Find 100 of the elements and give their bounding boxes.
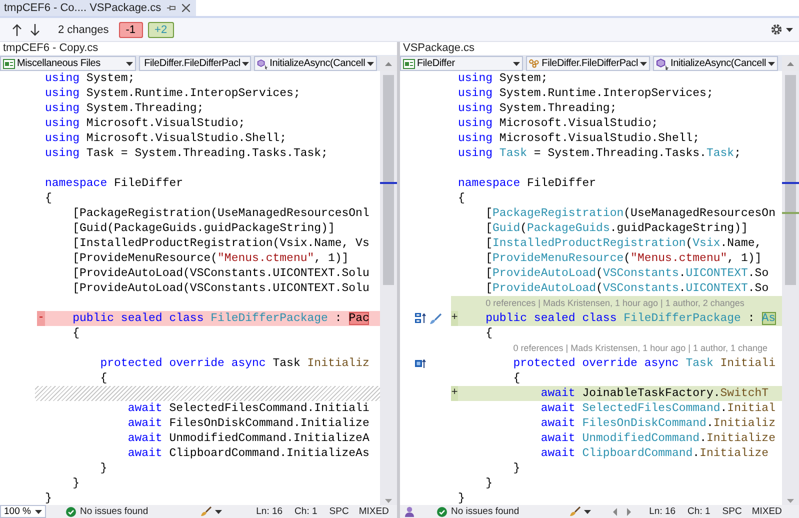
scroll-up-icon[interactable]	[787, 62, 794, 66]
check-icon	[437, 506, 447, 516]
cube-icon	[257, 58, 268, 70]
document-tab[interactable]: tmpCEF6 - Co.... VSPackage.cs	[0, 0, 196, 16]
change-count: 2 changes	[58, 24, 109, 36]
issues-status[interactable]: No issues found	[451, 506, 520, 517]
dropdown[interactable]: FileDiffer.FileDifferPacl	[526, 56, 650, 71]
up-arrow-icon	[12, 24, 22, 36]
issues-status[interactable]: No issues found	[80, 506, 148, 517]
scroll-up-icon[interactable]	[385, 62, 392, 66]
added-count: +2	[148, 22, 174, 38]
codelens-text[interactable]: 0 references | Mads Kristensen, 1 hour ago | 1 author, 1 change	[513, 343, 768, 353]
code-line: [InstalledProductRegistration(Vsix.Name, Vs	[72, 236, 370, 251]
code-line: }	[512, 461, 522, 476]
code-line: await ClipboardCommand.InitializeAs	[126, 446, 370, 461]
person-icon[interactable]	[404, 506, 415, 517]
dropdown[interactable]: Miscellaneous Files	[0, 56, 136, 71]
line-endings[interactable]: MIXED	[358, 506, 389, 517]
dropdown[interactable]: InitializeAsync(Cancell	[653, 56, 778, 71]
removed-count: -1	[118, 22, 143, 38]
caret-icon	[215, 510, 222, 514]
dropdown[interactable]: FileDiffer	[400, 56, 523, 71]
code-line: using System.Threading;	[458, 101, 618, 116]
code-line: using Microsoft.VisualStudio.Shell;	[458, 131, 701, 146]
code-line: [ProvideMenuResource("Menus.ctmenu", 1)]	[484, 251, 763, 266]
code-line: [ProvideAutoLoad(VSConstants.UICONTEXT.Solu	[72, 266, 370, 281]
code-line: [Guid(PackageGuids.guidPackageString)]	[72, 221, 336, 236]
cleanup-button[interactable]	[200, 506, 222, 517]
code-line: await FilesOnDiskCommand.Initialize	[126, 416, 370, 431]
brush-icon[interactable]	[429, 312, 442, 324]
code-line: }	[484, 476, 494, 491]
scrollbar[interactable]	[782, 71, 799, 505]
brush-icon	[200, 506, 212, 517]
dropdown[interactable]: FileDiffer.FileDifferPacl	[139, 56, 252, 71]
code-line: }	[99, 461, 108, 476]
code-line: await SelectedFilesCommand.Initiali	[126, 401, 370, 416]
column-number[interactable]: Ch: 1	[294, 506, 318, 517]
code-line: namespace FileDiffer	[458, 176, 598, 191]
column-number[interactable]: Ch: 1	[688, 506, 710, 517]
dropdown[interactable]: InitializeAsync(Cancell	[254, 56, 378, 71]
line-number[interactable]: Ln: 16	[649, 506, 676, 517]
settings-icon	[770, 23, 783, 36]
code-line: using Microsoft.VisualStudio;	[45, 116, 246, 131]
diff-marker: +	[451, 311, 458, 326]
down-arrow-icon	[30, 24, 40, 36]
code-line: {	[458, 191, 466, 206]
code-line: await FilesOnDiskCommand.Initializ	[540, 416, 776, 431]
caret-icon	[786, 28, 793, 32]
caret-icon	[367, 62, 374, 66]
line-endings[interactable]: MIXED	[752, 506, 782, 517]
code-line: [PackageRegistration(UseManagedResourcesOn	[484, 206, 776, 221]
brush-icon	[569, 506, 582, 517]
nav-arrows-icon[interactable]	[613, 508, 632, 516]
code-line: [PackageRegistration(UseManagedResourcesOnl	[72, 206, 370, 221]
caret-icon	[640, 62, 647, 66]
code-line: await SelectedFilesCommand.Initial	[540, 401, 776, 416]
code-line: using Microsoft.VisualStudio;	[458, 116, 660, 131]
code-line: protected override async Task Initiali	[512, 356, 776, 371]
scrollbar[interactable]	[380, 71, 397, 505]
code-line: using System;	[458, 71, 549, 86]
pin-icon[interactable]	[167, 4, 176, 12]
code-line: [ProvideMenuResource("Menus.ctmenu", 1)]	[72, 251, 350, 266]
caret-icon	[513, 62, 520, 66]
close-icon[interactable]	[182, 4, 190, 12]
cube-icon	[656, 58, 669, 70]
caret-icon	[768, 62, 775, 66]
code-line: await UnmodifiedCommand.Initialize	[540, 431, 776, 446]
code-line: {	[484, 326, 494, 341]
code-line: using System;	[45, 71, 136, 86]
code-line: [ProvideAutoLoad(VSConstants.UICONTEXT.So	[484, 266, 770, 281]
indent-mode[interactable]: SPC	[722, 506, 742, 517]
nodes-icon	[529, 58, 540, 69]
code-line: [ProvideAutoLoad(VSConstants.UICONTEXT.So	[484, 281, 770, 296]
settings-button[interactable]	[770, 23, 793, 36]
code-line: using Task = System.Threading.Tasks.Task;	[45, 146, 329, 161]
line-number[interactable]: Ln: 16	[256, 506, 283, 517]
code-line: }	[458, 491, 466, 505]
check-icon	[66, 506, 76, 516]
code-line: }	[45, 491, 53, 505]
code-line: using System.Runtime.InteropServices;	[458, 86, 714, 101]
indent-mode[interactable]: SPC	[329, 506, 349, 517]
code-line: await ClipboardCommand.Initialize	[540, 446, 770, 461]
code-line: using Task = System.Threading.Tasks.Task;	[458, 146, 742, 161]
code-line: {	[512, 371, 522, 386]
code-line: [Guid(PackageGuids.guidPackageString)]	[484, 221, 749, 236]
hierarchy-arrow-icon[interactable]	[415, 313, 427, 324]
caret-icon	[126, 62, 134, 66]
window-icon	[3, 58, 15, 68]
code-line: using Microsoft.VisualStudio.Shell;	[45, 131, 288, 146]
code-line: {	[45, 191, 53, 206]
diff-marker: -	[37, 311, 45, 326]
caret-icon	[584, 510, 592, 514]
zoom-dropdown[interactable]: 100 %	[0, 505, 46, 518]
window-icon	[403, 58, 415, 68]
cleanup-button[interactable]	[569, 506, 592, 517]
code-line: using System.Threading;	[45, 101, 205, 116]
code-line: {	[72, 326, 81, 341]
code-line: [InstalledProductRegistration(Vsix.Name,	[484, 236, 763, 251]
square-arrow-icon[interactable]	[415, 358, 426, 368]
diff-marker: +	[451, 386, 458, 401]
